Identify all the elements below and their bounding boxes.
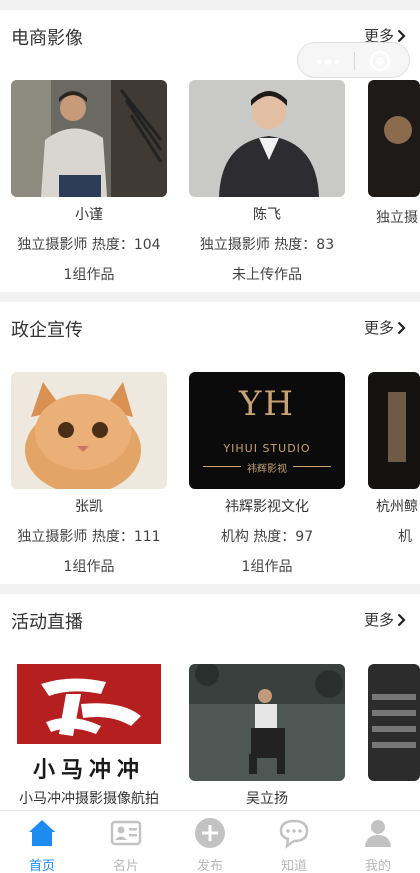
card-name: 杭州鲸: [376, 499, 418, 515]
tab-label: 名片: [112, 859, 139, 873]
photographer-card[interactable]: 小谨 独立摄影师 热度：104 1组作品: [11, 80, 167, 284]
plus-icon: [195, 818, 225, 848]
tab-home[interactable]: 首页: [0, 817, 84, 873]
card-photo: [368, 80, 420, 197]
card-name: 祎辉影视文化: [225, 499, 309, 515]
card-photo: [189, 80, 345, 197]
studio-logo-image: YH YIHUI STUDIO 祎辉影视: [189, 372, 345, 489]
capsule-divider: [354, 52, 355, 70]
tab-card[interactable]: 名片: [84, 817, 168, 873]
photographer-card[interactable]: 张凯 独立摄影师 热度：111 1组作品: [11, 372, 167, 576]
card-photo: [368, 664, 420, 781]
card-name: 张凯: [75, 499, 103, 515]
studio-logo-image: 小马冲冲: [11, 664, 167, 781]
logo-chinese-text: 祎辉影视: [241, 464, 293, 475]
card-meta: 独立摄影师 热度：111: [17, 529, 161, 545]
more-dots-icon[interactable]: [316, 59, 340, 65]
chat-icon: [279, 819, 309, 849]
card-photo: [11, 372, 167, 489]
card-meta: 独立摄影师 热度：83: [199, 237, 335, 253]
studio-card[interactable]: YH YIHUI STUDIO 祎辉影视 祎辉影视文化 机构 热度：97 1组作…: [189, 372, 345, 576]
tab-label: 首页: [28, 859, 55, 873]
card-meta: 机构 热度：97: [220, 529, 314, 545]
card-meta: 独立摄: [376, 210, 418, 226]
photographer-card[interactable]: [368, 664, 420, 781]
card-works: 1组作品: [241, 559, 293, 575]
close-miniprogram-icon[interactable]: [369, 50, 391, 72]
photographer-card[interactable]: 杭州鲸 机: [368, 372, 420, 546]
tab-mine[interactable]: 我的: [336, 817, 420, 873]
tab-label: 我的: [364, 859, 391, 873]
tab-publish[interactable]: 发布: [168, 817, 252, 873]
card-name: 小谨: [75, 207, 103, 223]
status-bar: [0, 0, 420, 10]
card-name: 小马冲冲摄影摄像航拍: [19, 791, 159, 807]
user-icon: [365, 820, 391, 847]
card-works: 1组作品: [63, 559, 115, 575]
logo-studio-text: YIHUI STUDIO: [223, 442, 311, 455]
card-meta: 独立摄影师 热度：104: [17, 237, 161, 253]
logo-mark: YH: [238, 384, 296, 424]
card-icon: [110, 820, 142, 846]
photographer-card[interactable]: 小马冲冲 小马冲冲摄影摄像航拍: [11, 664, 167, 808]
tab-label: 发布: [196, 859, 223, 873]
bottom-tab-bar: 首页 名片 发布 知道 我的: [0, 810, 420, 873]
section-government: 政企宣传 更多 张凯 独立摄影师 热度：111 1组作品 YH YIHUI ST…: [0, 302, 420, 584]
section-live: 活动直播 更多 小马冲冲 小马冲冲摄影摄像航拍 吴立扬: [0, 594, 420, 810]
photographer-card[interactable]: 独立摄: [368, 80, 420, 227]
card-works: 未上传作品: [232, 267, 302, 283]
photographer-card[interactable]: 陈飞 独立摄影师 热度：83 未上传作品: [189, 80, 345, 284]
miniprogram-capsule: [297, 42, 410, 78]
tab-know[interactable]: 知道: [252, 817, 336, 873]
tab-label: 知道: [280, 859, 307, 873]
card-name: 吴立扬: [246, 791, 288, 807]
home-icon: [29, 820, 55, 846]
card-meta: 机: [398, 529, 412, 545]
card-photo: [368, 372, 420, 489]
card-photo: [189, 664, 345, 781]
card-works: 1组作品: [63, 267, 115, 283]
card-name: 陈飞: [253, 207, 281, 223]
logo-text: 小马冲冲: [32, 758, 145, 781]
card-photo: [11, 80, 167, 197]
photographer-card[interactable]: 吴立扬: [189, 664, 345, 808]
